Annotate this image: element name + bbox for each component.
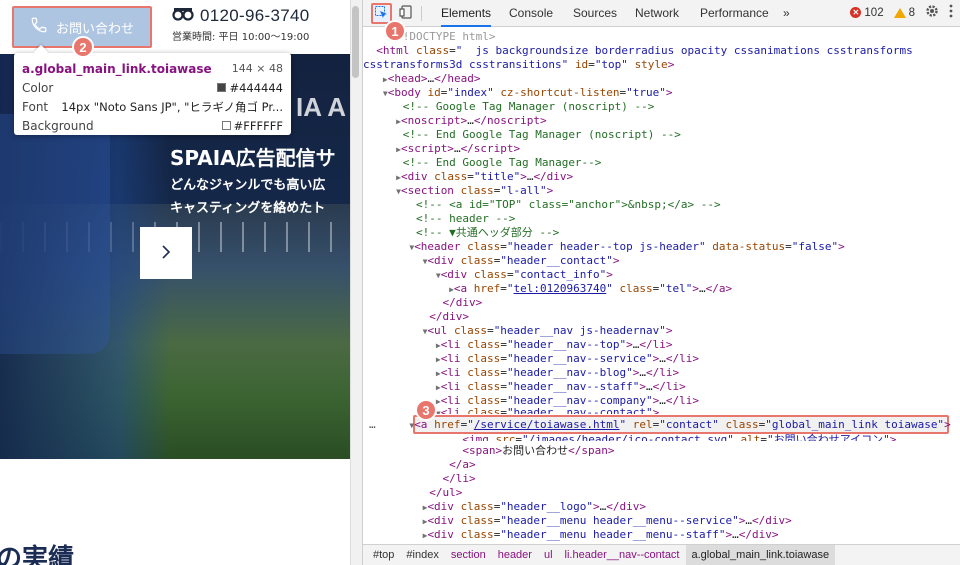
settings-gear-icon[interactable] (925, 4, 939, 21)
business-hours: 営業時間: 平日 10:00〜19:00 (172, 32, 310, 43)
dom-node[interactable]: ▼<header class="header header--top js-he… (363, 240, 960, 254)
warning-count: 8 (908, 6, 915, 19)
contact-info: 0120-96-3740 営業時間: 平日 10:00〜19:00 (172, 6, 309, 43)
node-actions-ellipsis[interactable]: … (369, 418, 376, 432)
panel-splitter[interactable] (350, 0, 362, 565)
breadcrumb-item[interactable]: li.header__nav--contact (559, 545, 686, 565)
breadcrumb-item[interactable]: #index (400, 545, 444, 565)
tooltip-value: 14px "Noto Sans JP", "ヒラギノ角ゴ Pr... (61, 99, 283, 114)
breadcrumb-item[interactable]: #top (367, 545, 400, 565)
color-swatch (217, 83, 227, 92)
tooltip-value: #444444 (229, 80, 283, 95)
dom-node[interactable]: ▶<noscript>…</noscript> (363, 114, 960, 128)
inspect-tooltip: a.global_main_link.toiawase 144 × 48 Col… (14, 53, 291, 135)
dom-node[interactable]: <img src="/images/header/ico-contact.svg… (363, 433, 960, 441)
dom-node[interactable]: </div> (363, 310, 960, 324)
dom-node[interactable]: ▶<li class="header__nav--blog">…</li> (363, 366, 960, 380)
tab-console[interactable]: Console (509, 0, 553, 27)
hero-decoration (0, 114, 110, 354)
dom-node[interactable]: ▶<script>…</script> (363, 142, 960, 156)
devtools-toolbar: Elements Console Sources Network Perform… (363, 0, 960, 27)
dom-node[interactable]: <!-- Google Tag Manager (noscript) --> (363, 100, 960, 114)
error-count: 102 (864, 6, 884, 19)
chevron-right-icon (159, 244, 173, 263)
step-badge-1: 1 (384, 20, 406, 42)
hero-title: SPAIA広告配信サ (170, 146, 336, 170)
dom-node[interactable]: <!-- header --> (363, 212, 960, 226)
dom-node[interactable]: <!-- <a id="TOP" class="anchor">&nbsp;</… (363, 198, 960, 212)
device-toolbar-button[interactable] (397, 4, 415, 22)
dom-node[interactable]: ▶<li class="header__nav--staff">…</li> (363, 380, 960, 394)
contact-button-label: お問い合わせ (55, 21, 134, 37)
freedial-icon (172, 7, 194, 26)
device-toolbar-icon (399, 4, 413, 22)
slider-next-button[interactable] (140, 227, 192, 279)
dom-node[interactable]: </div> (363, 296, 960, 310)
breadcrumb-item[interactable]: section (445, 545, 492, 565)
error-counter[interactable]: ✕ 102 (850, 6, 884, 19)
dom-node[interactable]: ▼<li class="header__nav--contact"> (363, 406, 960, 414)
tooltip-label: Color (22, 80, 54, 95)
dom-node[interactable]: <!-- End Google Tag Manager--> (363, 156, 960, 170)
hero-ghost-text: IA A (296, 92, 347, 122)
step-badge-2: 2 (72, 36, 94, 58)
dom-node[interactable]: ▶<div class="header__menu header__menu--… (363, 514, 960, 528)
tab-sources[interactable]: Sources (573, 0, 617, 27)
dom-node[interactable]: ▼<ul class="header__nav js-headernav"> (363, 324, 960, 338)
selected-dom-node[interactable]: ▼<a href="/service/toiawase.html" rel="c… (363, 418, 960, 432)
dom-node[interactable]: ▶<li class="header__nav--top">…</li> (363, 338, 960, 352)
tab-network[interactable]: Network (635, 0, 679, 27)
dom-node[interactable]: </a> (363, 458, 960, 472)
breadcrumb-item[interactable]: header (492, 545, 538, 565)
dom-node[interactable]: ▶<li class="header__nav--service">…</li> (363, 352, 960, 366)
dom-node[interactable]: <html class=" js backgroundsize borderra… (363, 44, 960, 58)
step-badge-3: 3 (415, 399, 437, 421)
dom-node[interactable]: ▶<div class="header__logo">…</div> (363, 500, 960, 514)
dom-node[interactable]: ▶<a href="tel:0120963740" class="tel">…<… (363, 282, 960, 296)
more-vertical-icon[interactable] (949, 4, 953, 21)
more-tabs-button[interactable]: » (783, 0, 790, 27)
dom-node[interactable]: <span>お問い合わせ</span> (363, 444, 960, 458)
site-header: お問い合わせ 0120-96-3740 営業時間: 平日 10:00〜19:00 (0, 0, 350, 54)
color-swatch (221, 121, 231, 130)
hero-subtitle: どんなジャンルでも高い広 キャスティングを絡めたト (170, 174, 325, 220)
error-icon: ✕ (850, 7, 862, 18)
dom-node[interactable]: <!-- End Google Tag Manager (noscript) -… (363, 128, 960, 142)
inspect-icon (375, 5, 388, 22)
tooltip-label: Background (22, 118, 94, 133)
phone-icon (30, 16, 48, 38)
tooltip-value: #FFFFFF (233, 118, 283, 133)
tab-elements[interactable]: Elements (441, 0, 492, 27)
dom-node[interactable]: ▶<div class="header__menu header__menu--… (363, 528, 960, 542)
dom-node[interactable]: </li> (363, 472, 960, 486)
dom-node[interactable]: ▶<div class="title">…</div> (363, 170, 960, 184)
dom-node[interactable]: ▼<body id="index" cz-shortcut-listen="tr… (363, 86, 960, 100)
breadcrumb: #top #index section header ul li.header_… (363, 544, 960, 565)
dom-node[interactable]: </ul> (363, 486, 960, 500)
tooltip-dimensions: 144 × 48 (231, 62, 283, 75)
tooltip-selector: a.global_main_link.toiawase (22, 61, 212, 76)
warning-icon (893, 7, 906, 18)
page-scrollbar[interactable] (352, 6, 359, 78)
dom-node[interactable]: <!-- ▼共通ヘッダ部分 --> (363, 226, 960, 240)
hero-subtitle-line: キャスティングを絡めたト (170, 201, 326, 216)
section-heading: の実績 (0, 544, 75, 565)
dom-node[interactable]: ▼<div class="header__contact"> (363, 254, 960, 268)
breadcrumb-item[interactable]: ul (538, 545, 559, 565)
page-viewport: お問い合わせ 0120-96-3740 営業時間: 平日 10:00〜19:00… (0, 0, 350, 565)
tab-performance[interactable]: Performance (700, 0, 769, 27)
dom-node[interactable]: <!DOCTYPE html> (363, 30, 960, 44)
tel-link[interactable]: 0120-96-3740 (200, 6, 309, 26)
dom-node[interactable]: csstransforms3d csstransitions" id="top"… (363, 58, 960, 72)
dom-node[interactable]: ▼<section class="l-all"> (363, 184, 960, 198)
dom-node[interactable]: ▼<div class="contact_info"> (363, 268, 960, 282)
dom-node[interactable]: ▶<head>…</head> (363, 72, 960, 86)
toolbar-separator (421, 6, 422, 21)
hero-subtitle-line: どんなジャンルでも高い広 (170, 178, 326, 193)
devtools-panel: Elements Console Sources Network Perform… (362, 0, 960, 565)
warning-counter[interactable]: 8 (893, 6, 915, 19)
breadcrumb-item-active[interactable]: a.global_main_link.toiawase (685, 544, 836, 565)
dom-tree: <!DOCTYPE html> <html class=" js backgro… (363, 28, 960, 543)
